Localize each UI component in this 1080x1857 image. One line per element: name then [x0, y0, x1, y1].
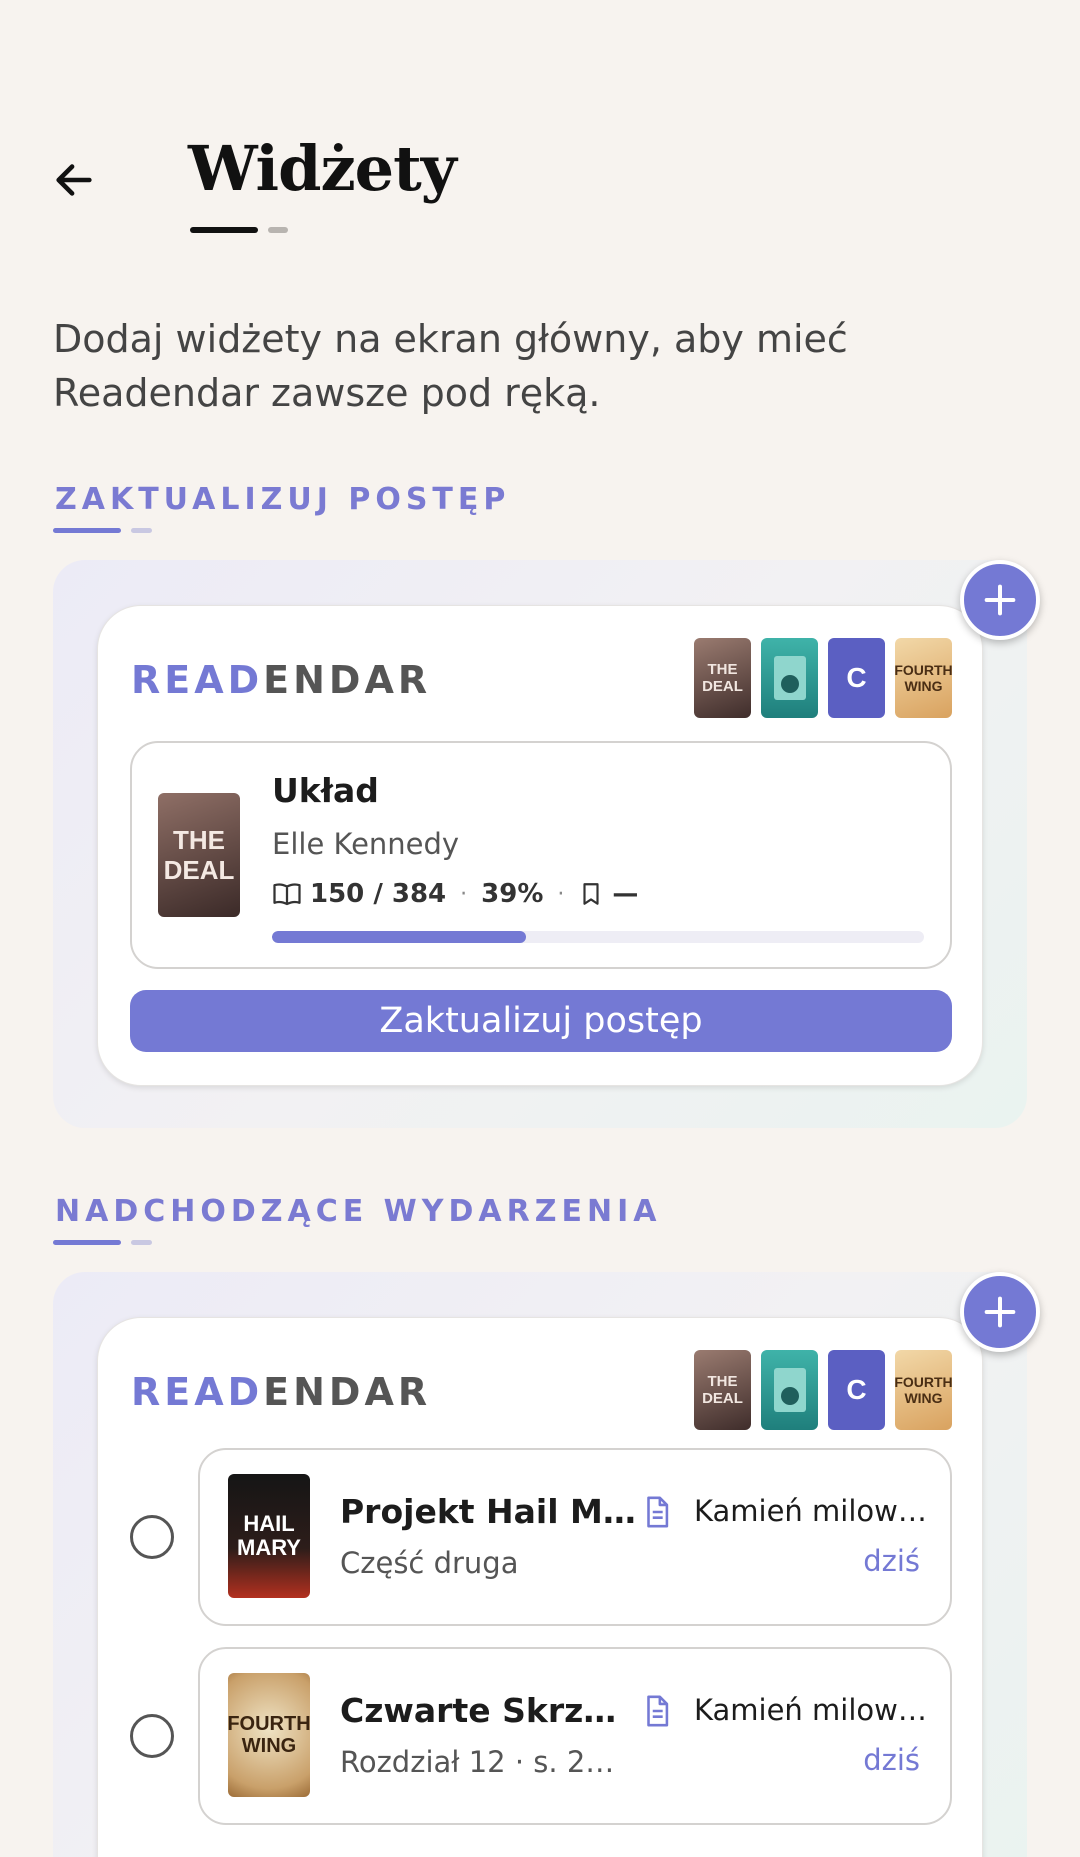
thumb-teal-book [761, 1350, 818, 1430]
update-progress-button[interactable]: Zaktualizuj postęp [130, 990, 952, 1052]
event-checkbox[interactable] [130, 1714, 174, 1758]
event-type: Kamień milow… [694, 1693, 927, 1727]
plus-icon [984, 1296, 1016, 1328]
section-label-progress: ZAKTUALIZUJ POSTĘP [55, 482, 511, 517]
page-title: Widżety [188, 132, 457, 205]
thumb-the-deal: THE DEAL [694, 1350, 751, 1430]
event-title: Czwarte Skrz… [340, 1691, 617, 1730]
progress-widget-preview: READENDAR THE DEAL C FOURTH WING THE DEA… [53, 560, 1040, 1128]
add-widget-button[interactable] [960, 560, 1040, 640]
thumb-fourth-wing: FOURTH WING [895, 638, 952, 718]
widgets-screen: Widżety Dodaj widżety na ekran główny, a… [0, 0, 1080, 1857]
back-button[interactable] [44, 150, 104, 210]
pages-read: 150 / 384 [310, 879, 447, 909]
thumb-teal-book [761, 638, 818, 718]
add-widget-button[interactable] [960, 1272, 1040, 1352]
arrow-left-icon [56, 164, 92, 196]
event-subtitle: Rozdział 12 · s. 2… [340, 1745, 615, 1779]
book-thumbnails: THE DEAL C FOURTH WING [694, 1350, 952, 1430]
progress-fill [272, 931, 527, 943]
event-title: Projekt Hail M… [340, 1492, 636, 1531]
brand-logo: READENDAR [131, 658, 432, 702]
event-checkbox[interactable] [130, 1515, 174, 1559]
event-subtitle: Część druga [340, 1546, 519, 1580]
thumb-fourth-wing: FOURTH WING [895, 1350, 952, 1430]
section-underline-dot [131, 528, 152, 533]
section-underline [53, 1240, 121, 1245]
intro-text: Dodaj widżety na ekran główny, aby mieć … [53, 317, 848, 415]
bookmark-icon [583, 883, 599, 905]
book-stats: 150 / 384 · 39% · — [272, 879, 638, 909]
document-icon [647, 1496, 669, 1528]
progress-widget[interactable]: READENDAR THE DEAL C FOURTH WING THE DEA… [97, 605, 983, 1086]
event-row[interactable]: FOURTH WING Czwarte Skrz… Rozdział 12 · … [198, 1647, 952, 1825]
event-date: dziś [863, 1743, 920, 1777]
book-title: Układ [272, 771, 379, 810]
title-underline-dot [268, 227, 288, 233]
section-underline [53, 528, 121, 533]
book-cover: THE DEAL [158, 793, 240, 917]
section-underline-dot [131, 1240, 152, 1245]
book-thumbnails: THE DEAL C FOURTH WING [694, 638, 952, 718]
book-open-icon [273, 883, 301, 906]
document-icon [647, 1695, 669, 1727]
book-author: Elle Kennedy [272, 827, 460, 861]
thumb-the-deal: THE DEAL [694, 638, 751, 718]
percent-read: 39% [481, 879, 544, 909]
brand-logo: READENDAR [131, 1370, 432, 1414]
current-book-card[interactable]: THE DEAL Układ Elle Kennedy 150 / 384 · … [130, 741, 952, 969]
event-type: Kamień milow… [694, 1494, 927, 1528]
section-label-upcoming: NADCHODZĄCE WYDARZENIA [55, 1194, 662, 1229]
thumb-placeholder-c: C [828, 1350, 885, 1430]
progress-bar [272, 931, 924, 943]
title-underline [190, 227, 258, 233]
upcoming-widget-preview: READENDAR THE DEAL C FOURTH WING HAIL MA… [53, 1272, 1040, 1857]
book-cover: HAIL MARY [228, 1474, 310, 1598]
plus-icon [984, 584, 1016, 616]
event-date: dziś [863, 1544, 920, 1578]
book-cover: FOURTH WING [228, 1673, 310, 1797]
thumb-placeholder-c: C [828, 638, 885, 718]
bookmark-value: — [612, 879, 639, 909]
event-row[interactable]: HAIL MARY Projekt Hail M… Część druga Ka… [198, 1448, 952, 1626]
upcoming-widget[interactable]: READENDAR THE DEAL C FOURTH WING HAIL MA… [97, 1317, 983, 1857]
